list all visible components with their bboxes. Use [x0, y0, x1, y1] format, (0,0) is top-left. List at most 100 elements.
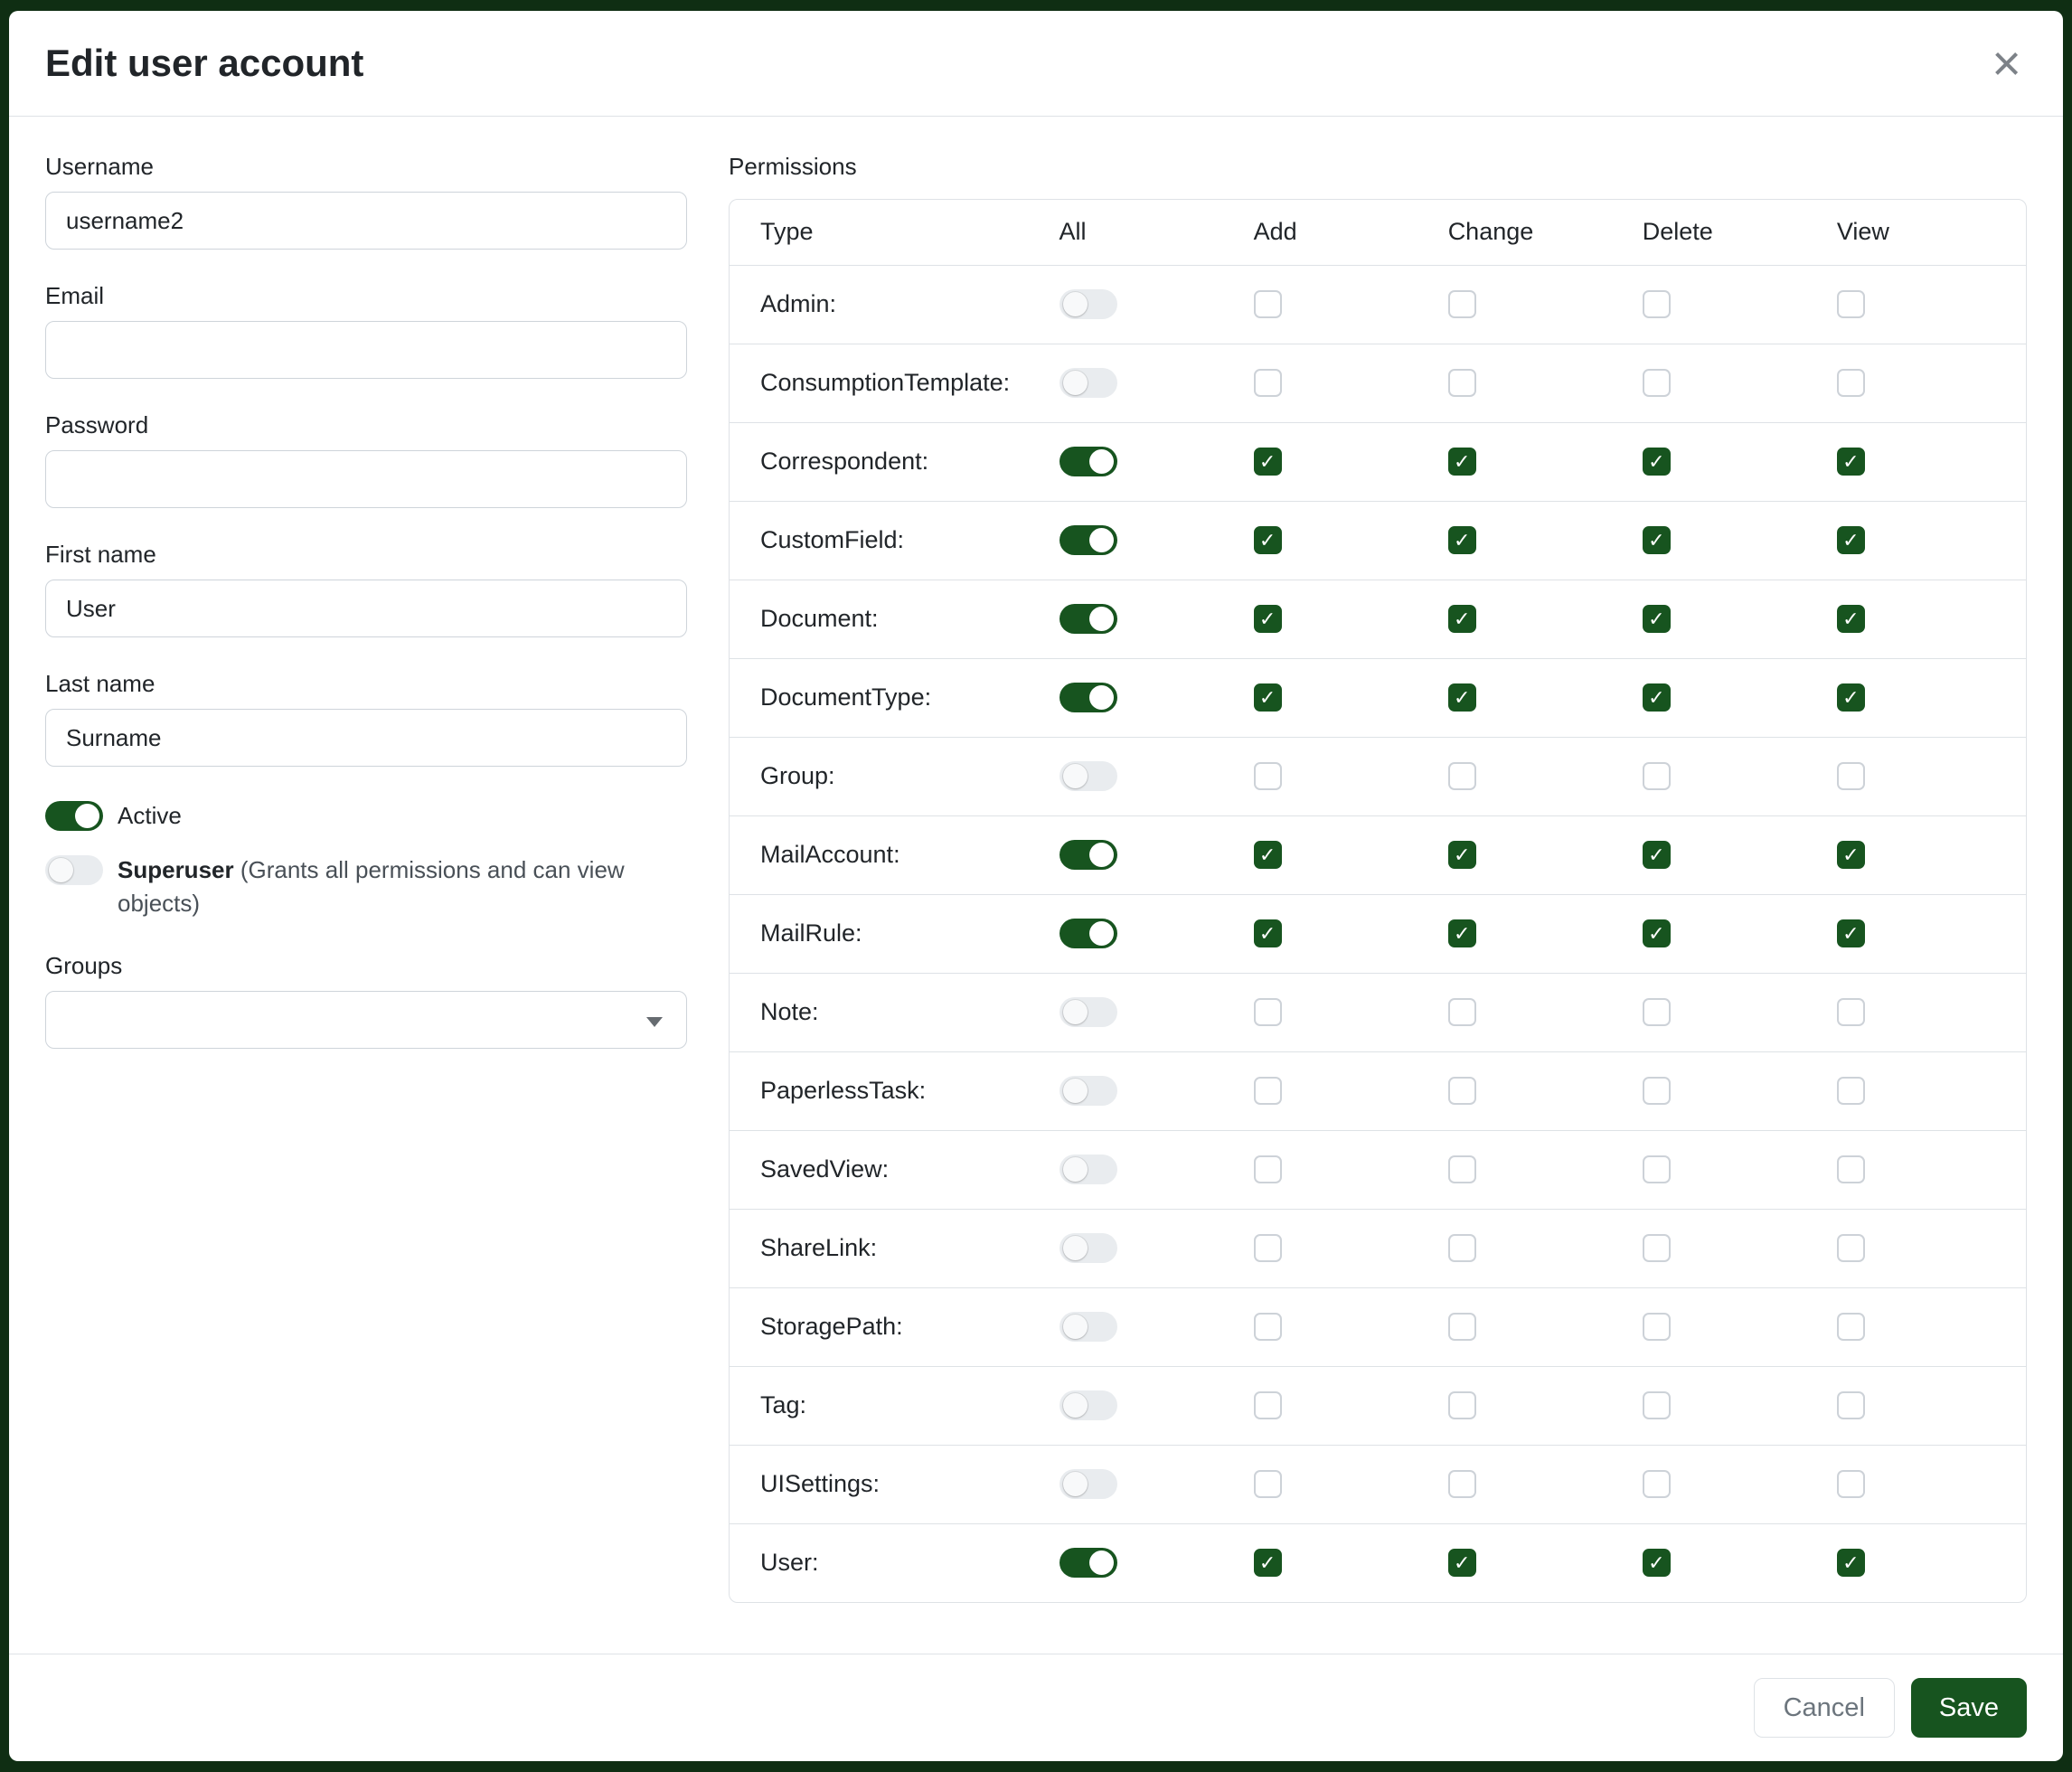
permission-change-checkbox[interactable]: ✓ [1448, 448, 1476, 476]
permission-change-checkbox[interactable]: ✓ [1448, 683, 1476, 712]
permission-add-checkbox[interactable]: ✓ [1254, 1155, 1282, 1183]
permission-delete-checkbox[interactable]: ✓ [1643, 1077, 1671, 1105]
permission-add-checkbox[interactable]: ✓ [1254, 1077, 1282, 1105]
permission-change-checkbox[interactable]: ✓ [1448, 841, 1476, 869]
permission-delete-checkbox[interactable]: ✓ [1643, 1155, 1671, 1183]
permission-all-toggle[interactable] [1060, 525, 1117, 555]
permission-all-toggle[interactable] [1060, 1076, 1117, 1106]
permission-change-checkbox[interactable]: ✓ [1448, 1077, 1476, 1105]
permission-view-checkbox[interactable]: ✓ [1837, 1549, 1865, 1577]
permission-delete-checkbox[interactable]: ✓ [1643, 290, 1671, 318]
permission-delete-checkbox[interactable]: ✓ [1643, 1549, 1671, 1577]
permission-view-checkbox[interactable]: ✓ [1837, 448, 1865, 476]
permission-view-checkbox[interactable]: ✓ [1837, 1234, 1865, 1262]
permission-view-checkbox[interactable]: ✓ [1837, 1313, 1865, 1341]
permission-delete-checkbox[interactable]: ✓ [1643, 841, 1671, 869]
permission-view-checkbox[interactable]: ✓ [1837, 369, 1865, 397]
permission-change-checkbox[interactable]: ✓ [1448, 1470, 1476, 1498]
permission-delete-checkbox[interactable]: ✓ [1643, 998, 1671, 1026]
permission-all-toggle[interactable] [1060, 840, 1117, 870]
permission-add-checkbox[interactable]: ✓ [1254, 919, 1282, 947]
permission-add-checkbox[interactable]: ✓ [1254, 841, 1282, 869]
permission-change-checkbox[interactable]: ✓ [1448, 369, 1476, 397]
permission-delete-checkbox[interactable]: ✓ [1643, 1391, 1671, 1419]
permission-all-toggle[interactable] [1060, 997, 1117, 1027]
first-name-input[interactable] [45, 580, 687, 637]
permission-delete-checkbox[interactable]: ✓ [1643, 526, 1671, 554]
permission-add-checkbox[interactable]: ✓ [1254, 1234, 1282, 1262]
permission-all-toggle[interactable] [1060, 919, 1117, 948]
check-icon: ✓ [1842, 452, 1859, 472]
email-field[interactable] [45, 321, 687, 379]
permission-delete-checkbox[interactable]: ✓ [1643, 369, 1671, 397]
permission-all-toggle[interactable] [1060, 1155, 1117, 1184]
groups-select[interactable] [45, 991, 687, 1049]
permission-all-toggle[interactable] [1060, 1548, 1117, 1578]
permission-view-checkbox[interactable]: ✓ [1837, 683, 1865, 712]
permission-all-toggle[interactable] [1060, 683, 1117, 712]
permission-all-toggle[interactable] [1060, 1312, 1117, 1342]
permission-change-checkbox[interactable]: ✓ [1448, 1155, 1476, 1183]
permission-add-checkbox[interactable]: ✓ [1254, 369, 1282, 397]
permission-view-checkbox[interactable]: ✓ [1837, 1077, 1865, 1105]
permission-change-checkbox[interactable]: ✓ [1448, 1549, 1476, 1577]
active-toggle[interactable] [45, 801, 103, 831]
permission-add-checkbox[interactable]: ✓ [1254, 683, 1282, 712]
permission-view-checkbox[interactable]: ✓ [1837, 290, 1865, 318]
username-input[interactable] [45, 192, 687, 250]
permission-change-checkbox[interactable]: ✓ [1448, 919, 1476, 947]
permission-change-checkbox[interactable]: ✓ [1448, 605, 1476, 633]
permission-change-checkbox[interactable]: ✓ [1448, 1234, 1476, 1262]
permission-all-toggle[interactable] [1060, 368, 1117, 398]
permission-change-checkbox[interactable]: ✓ [1448, 762, 1476, 790]
permission-change-checkbox[interactable]: ✓ [1448, 1391, 1476, 1419]
save-button[interactable]: Save [1911, 1678, 2027, 1738]
toggle-knob [1063, 292, 1088, 316]
permission-all-toggle[interactable] [1060, 761, 1117, 791]
permission-view-checkbox[interactable]: ✓ [1837, 919, 1865, 947]
cancel-button[interactable]: Cancel [1754, 1678, 1895, 1738]
permission-add-checkbox[interactable]: ✓ [1254, 448, 1282, 476]
permission-change-checkbox[interactable]: ✓ [1448, 1313, 1476, 1341]
permission-all-toggle[interactable] [1060, 1390, 1117, 1420]
permission-delete-checkbox[interactable]: ✓ [1643, 919, 1671, 947]
password-field[interactable] [45, 450, 687, 508]
permission-view-checkbox[interactable]: ✓ [1837, 526, 1865, 554]
permission-delete-checkbox[interactable]: ✓ [1643, 1234, 1671, 1262]
permission-all-toggle[interactable] [1060, 604, 1117, 634]
superuser-toggle[interactable] [45, 855, 103, 885]
permission-all-toggle[interactable] [1060, 1233, 1117, 1263]
permission-delete-checkbox[interactable]: ✓ [1643, 762, 1671, 790]
permission-add-checkbox[interactable]: ✓ [1254, 998, 1282, 1026]
permission-change-checkbox[interactable]: ✓ [1448, 290, 1476, 318]
permission-change-checkbox[interactable]: ✓ [1448, 998, 1476, 1026]
permission-all-toggle[interactable] [1060, 1469, 1117, 1499]
permission-add-checkbox[interactable]: ✓ [1254, 605, 1282, 633]
close-icon[interactable]: × [1986, 38, 2027, 89]
permissions-table: Type All Add Change Delete View Admin: ✓… [729, 199, 2027, 1603]
permission-add-checkbox[interactable]: ✓ [1254, 762, 1282, 790]
permission-add-checkbox[interactable]: ✓ [1254, 1549, 1282, 1577]
permission-row: DocumentType: ✓ ✓ ✓ ✓ [730, 658, 2026, 737]
permission-view-checkbox[interactable]: ✓ [1837, 998, 1865, 1026]
permission-view-checkbox[interactable]: ✓ [1837, 1155, 1865, 1183]
permission-add-checkbox[interactable]: ✓ [1254, 1313, 1282, 1341]
permission-delete-checkbox[interactable]: ✓ [1643, 683, 1671, 712]
permission-view-checkbox[interactable]: ✓ [1837, 841, 1865, 869]
permission-delete-checkbox[interactable]: ✓ [1643, 448, 1671, 476]
permission-add-checkbox[interactable]: ✓ [1254, 1470, 1282, 1498]
permission-add-checkbox[interactable]: ✓ [1254, 526, 1282, 554]
permission-delete-checkbox[interactable]: ✓ [1643, 1470, 1671, 1498]
permission-view-checkbox[interactable]: ✓ [1837, 1470, 1865, 1498]
permission-all-toggle[interactable] [1060, 447, 1117, 476]
permission-view-checkbox[interactable]: ✓ [1837, 1391, 1865, 1419]
permission-change-checkbox[interactable]: ✓ [1448, 526, 1476, 554]
permission-view-checkbox[interactable]: ✓ [1837, 762, 1865, 790]
last-name-input[interactable] [45, 709, 687, 767]
permission-add-checkbox[interactable]: ✓ [1254, 290, 1282, 318]
permission-delete-checkbox[interactable]: ✓ [1643, 1313, 1671, 1341]
permission-all-toggle[interactable] [1060, 289, 1117, 319]
permission-view-checkbox[interactable]: ✓ [1837, 605, 1865, 633]
permission-delete-checkbox[interactable]: ✓ [1643, 605, 1671, 633]
permission-add-checkbox[interactable]: ✓ [1254, 1391, 1282, 1419]
